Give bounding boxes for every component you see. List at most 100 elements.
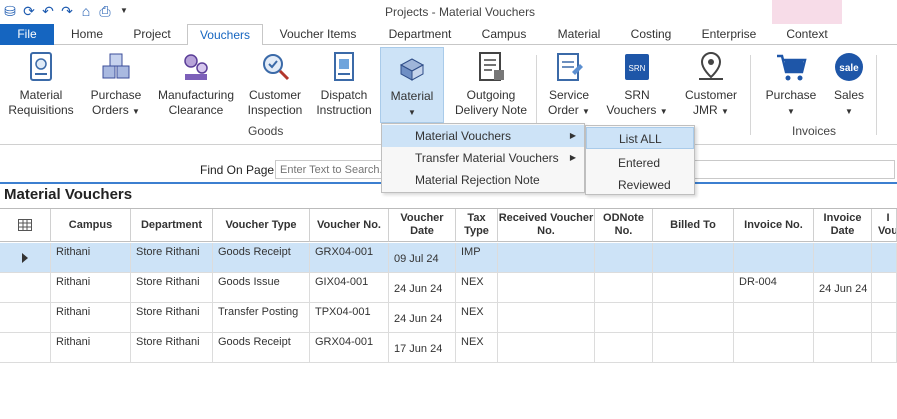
column-header-department[interactable]: Department — [131, 209, 213, 242]
menu-item-entered[interactable]: Entered — [586, 152, 694, 174]
menu-item-reviewed[interactable]: Reviewed — [586, 174, 694, 196]
tab-campus[interactable]: Campus — [474, 24, 534, 45]
table-cell[interactable] — [595, 273, 653, 303]
table-cell-date[interactable]: 24 Jun 24 — [389, 303, 456, 333]
tab-department[interactable]: Department — [380, 24, 460, 45]
sales-invoice-button[interactable]: sale Sales ▼ — [828, 47, 870, 119]
table-cell-no[interactable]: GIX04-001 — [310, 273, 389, 303]
table-cell[interactable] — [872, 273, 897, 303]
menu-item-transfer-material-vouchers[interactable]: Transfer Material Vouchers ▶ — [382, 147, 584, 169]
table-row[interactable]: Rithani Store Rithani Goods Issue GIX04-001… — [0, 273, 897, 303]
purchase-orders-button[interactable]: Purchase Orders ▼ — [84, 47, 148, 119]
column-header-invoice-date[interactable]: Invoice Date — [814, 209, 872, 242]
menu-item-material-vouchers[interactable]: Material Vouchers ▶ — [382, 125, 584, 147]
tab-file[interactable]: File — [0, 24, 54, 45]
table-cell[interactable] — [872, 333, 897, 363]
table-cell-invoice-no[interactable] — [734, 303, 814, 333]
table-cell-type[interactable]: Goods Receipt — [213, 243, 310, 273]
table-cell[interactable] — [498, 333, 595, 363]
tab-voucher-items[interactable]: Voucher Items — [272, 24, 364, 45]
tab-costing[interactable]: Costing — [622, 24, 680, 45]
row-indicator[interactable] — [0, 243, 51, 273]
table-cell-type[interactable]: Transfer Posting — [213, 303, 310, 333]
table-row[interactable]: Rithani Store Rithani Goods Receipt GRX04-0… — [0, 243, 897, 273]
table-cell-invoice-no[interactable]: DR-004 — [734, 273, 814, 303]
table-cell-invoice-date[interactable] — [814, 303, 872, 333]
table-cell-tax[interactable]: NEX — [456, 273, 498, 303]
column-chooser[interactable] — [0, 209, 51, 242]
table-cell-invoice-date[interactable] — [814, 333, 872, 363]
table-cell[interactable] — [498, 273, 595, 303]
table-cell-invoice-no[interactable] — [734, 333, 814, 363]
tab-enterprise[interactable]: Enterprise — [692, 24, 766, 45]
db-icon[interactable]: ⛁ — [2, 3, 18, 19]
table-cell-tax[interactable]: NEX — [456, 303, 498, 333]
menu-item-material-rejection-note[interactable]: Material Rejection Note — [382, 169, 584, 191]
table-cell-no[interactable]: GRX04-001 — [310, 243, 389, 273]
table-cell-campus[interactable]: Rithani — [51, 273, 131, 303]
table-cell-campus[interactable]: Rithani — [51, 333, 131, 363]
column-header-voucher-date[interactable]: Voucher Date — [389, 209, 456, 242]
print-icon[interactable]: ⎙ — [97, 3, 113, 19]
table-cell-no[interactable]: TPX04-001 — [310, 303, 389, 333]
table-cell[interactable] — [653, 333, 734, 363]
dispatch-instruction-button[interactable]: Dispatch Instruction — [312, 47, 376, 118]
table-cell[interactable] — [595, 243, 653, 273]
table-cell-date[interactable]: 17 Jun 24 — [389, 333, 456, 363]
column-header-received-voucher-no[interactable]: Received Voucher No. — [498, 209, 595, 242]
table-row[interactable]: Rithani Store Rithani Goods Receipt GRX04-0… — [0, 333, 897, 363]
row-indicator[interactable] — [0, 333, 51, 363]
table-cell-date[interactable]: 09 Jul 24 — [389, 243, 456, 273]
material-button[interactable]: Material ▼ — [380, 47, 444, 123]
table-cell-type[interactable]: Goods Issue — [213, 273, 310, 303]
tab-material[interactable]: Material — [548, 24, 610, 45]
column-header-voucher-type[interactable]: Voucher Type — [213, 209, 310, 242]
home-icon[interactable]: ⌂ — [78, 3, 94, 19]
table-cell[interactable] — [595, 333, 653, 363]
table-cell-no[interactable]: GRX04-001 — [310, 333, 389, 363]
tab-project[interactable]: Project — [124, 24, 180, 45]
table-cell[interactable] — [498, 303, 595, 333]
tab-home[interactable]: Home — [62, 24, 112, 45]
column-header-invoice-no[interactable]: Invoice No. — [734, 209, 814, 242]
table-cell-tax[interactable]: NEX — [456, 333, 498, 363]
table-cell-invoice-date[interactable]: 24 Jun 24 — [814, 273, 872, 303]
table-cell[interactable] — [498, 243, 595, 273]
material-requisitions-button[interactable]: Material Requisitions — [4, 47, 78, 118]
table-cell[interactable] — [653, 243, 734, 273]
table-cell-tax[interactable]: IMP — [456, 243, 498, 273]
column-header-tax-type[interactable]: Tax Type — [456, 209, 498, 242]
column-header-odnote-no[interactable]: ODNote No. — [595, 209, 653, 242]
table-cell-department[interactable]: Store Rithani — [131, 243, 213, 273]
manufacturing-clearance-button[interactable]: Manufacturing Clearance — [154, 47, 238, 118]
table-cell-invoice-no[interactable] — [734, 243, 814, 273]
tab-vouchers[interactable]: Vouchers — [187, 24, 263, 46]
table-cell-department[interactable]: Store Rithani — [131, 333, 213, 363]
table-cell-department[interactable]: Store Rithani — [131, 303, 213, 333]
tab-context[interactable]: Context — [774, 24, 840, 45]
table-cell-date[interactable]: 24 Jun 24 — [389, 273, 456, 303]
table-cell[interactable] — [653, 273, 734, 303]
table-cell[interactable] — [872, 243, 897, 273]
redo-icon[interactable]: ↷ — [59, 3, 75, 19]
column-header-billed-to[interactable]: Billed To — [653, 209, 734, 242]
table-cell[interactable] — [653, 303, 734, 333]
table-cell[interactable] — [872, 303, 897, 333]
table-cell[interactable] — [595, 303, 653, 333]
customer-jmr-button[interactable]: Customer JMR ▼ — [680, 47, 742, 119]
undo-icon[interactable]: ↶ — [40, 3, 56, 19]
table-cell-campus[interactable]: Rithani — [51, 303, 131, 333]
table-row[interactable]: Rithani Store Rithani Transfer Posting TPX0… — [0, 303, 897, 333]
purchase-invoice-button[interactable]: Purchase ▼ — [760, 47, 822, 119]
service-order-button[interactable]: Service Order ▼ — [542, 47, 596, 119]
table-cell-invoice-date[interactable] — [814, 243, 872, 273]
dropdown-icon[interactable]: ▼ — [116, 3, 132, 19]
table-cell-department[interactable]: Store Rithani — [131, 273, 213, 303]
table-cell-campus[interactable]: Rithani — [51, 243, 131, 273]
row-indicator[interactable] — [0, 303, 51, 333]
column-header-invoice-voucher[interactable]: I Vou — [872, 209, 897, 242]
refresh-icon[interactable]: ⟳ — [21, 3, 37, 19]
outgoing-delivery-note-button[interactable]: Outgoing Delivery Note — [452, 47, 530, 118]
customer-inspection-button[interactable]: Customer Inspection — [244, 47, 306, 118]
table-cell-type[interactable]: Goods Receipt — [213, 333, 310, 363]
